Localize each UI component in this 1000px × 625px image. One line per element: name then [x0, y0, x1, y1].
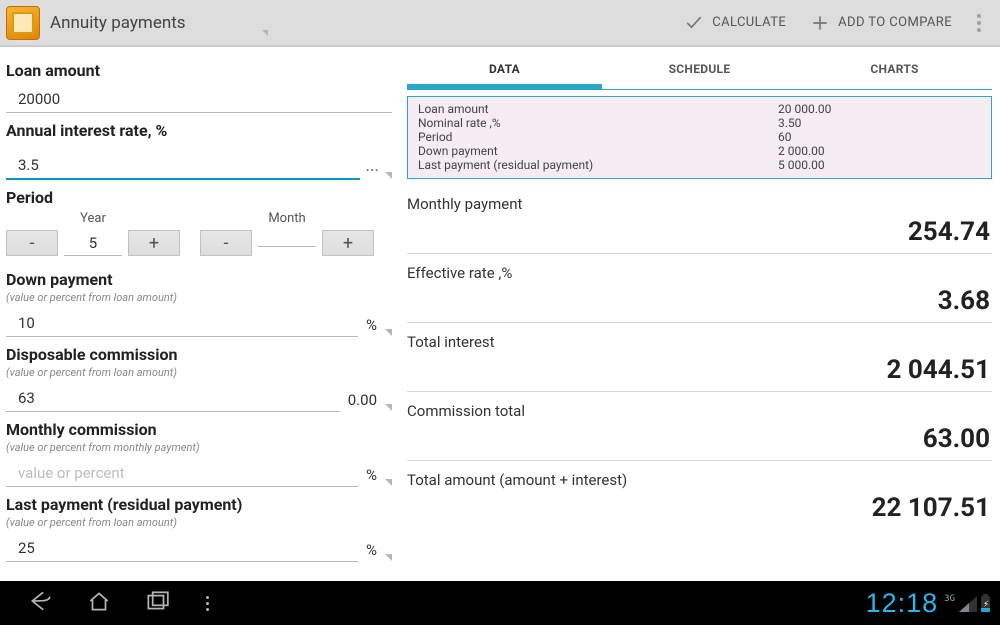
down-payment-pct-symbol: % [366, 316, 377, 337]
total-amount-label: Total amount (amount + interest) [407, 465, 992, 491]
summary-label: Loan amount [418, 102, 778, 116]
rate-label: Annual interest rate, % [6, 121, 392, 140]
year-plus-button[interactable]: + [128, 230, 180, 256]
monthly-payment-value: 254.74 [407, 215, 992, 254]
nav-recent-button[interactable] [144, 588, 170, 618]
calculate-label: CALCULATE [712, 15, 786, 30]
month-plus-button[interactable]: + [322, 230, 374, 256]
down-payment-input[interactable]: 10 [6, 310, 358, 337]
rate-input[interactable]: 3.5 [6, 152, 360, 180]
monthly-commission-pct-symbol: % [366, 466, 377, 487]
loan-amount-input[interactable]: 20000 [6, 86, 392, 113]
results-panel: DATA SCHEDULE CHARTS Loan amount20 000.0… [395, 47, 1000, 581]
down-payment-dropdown-icon[interactable] [385, 329, 392, 336]
summary-label: Down payment [418, 144, 778, 158]
disposable-commission-input[interactable]: 63 [6, 385, 340, 412]
monthly-commission-label: Monthly commission [6, 420, 392, 439]
total-amount-value: 22 107.51 [407, 491, 992, 529]
summary-value: 5 000.00 [778, 158, 825, 172]
status-icons: 3G ⚡ [944, 594, 990, 612]
compare-label: ADD TO COMPARE [838, 15, 952, 30]
total-interest-label: Total interest [407, 327, 992, 353]
check-icon [684, 13, 704, 33]
commission-total-label: Commission total [407, 396, 992, 422]
last-payment-input[interactable]: 25 [6, 535, 358, 562]
input-form: Loan amount 20000 Annual interest rate, … [0, 47, 395, 581]
app-header: Annuity payments CALCULATE ADD TO COMPAR… [0, 0, 1000, 47]
monthly-commission-dropdown-icon[interactable] [385, 479, 392, 486]
summary-box: Loan amount20 000.00 Nominal rate ,%3.50… [407, 96, 992, 179]
plus-icon [810, 13, 830, 33]
calculate-button[interactable]: CALCULATE [672, 0, 798, 46]
year-label: Year [80, 211, 106, 226]
summary-value: 20 000.00 [778, 102, 831, 116]
summary-value: 2 000.00 [778, 144, 825, 158]
month-minus-button[interactable]: - [200, 230, 252, 256]
month-label: Month [268, 211, 305, 226]
tab-charts[interactable]: CHARTS [797, 49, 992, 89]
rate-dropdown-icon[interactable] [385, 172, 392, 179]
effective-rate-value: 3.68 [407, 284, 992, 323]
down-payment-hint: (value or percent from loan amount) [6, 291, 392, 304]
total-interest-value: 2 044.51 [407, 353, 992, 392]
battery-icon: ⚡ [981, 596, 990, 612]
tab-schedule[interactable]: SCHEDULE [602, 49, 797, 89]
summary-value: 3.50 [778, 116, 801, 130]
overflow-menu-button[interactable] [964, 14, 994, 32]
period-label: Period [6, 188, 392, 207]
status-clock: 12:18 [866, 588, 939, 619]
signal-icon [959, 596, 977, 612]
nav-overflow-button[interactable] [206, 596, 209, 611]
disposable-commission-dropdown-icon[interactable] [385, 404, 392, 411]
monthly-commission-input[interactable]: value or percent [6, 460, 358, 487]
disposable-commission-pct: 0.00 [348, 391, 377, 412]
monthly-payment-label: Monthly payment [407, 189, 992, 215]
last-payment-label: Last payment (residual payment) [6, 495, 392, 514]
network-label: 3G [944, 594, 955, 604]
year-minus-button[interactable]: - [6, 230, 58, 256]
last-payment-hint: (value or percent from loan amount) [6, 516, 392, 529]
last-payment-pct-symbol: % [366, 541, 377, 562]
app-icon [6, 6, 40, 40]
month-input[interactable] [258, 240, 316, 247]
title-dropdown-icon[interactable] [262, 30, 268, 36]
effective-rate-label: Effective rate ,% [407, 258, 992, 284]
disposable-commission-label: Disposable commission [6, 345, 392, 364]
down-payment-label: Down payment [6, 270, 392, 289]
commission-total-value: 63.00 [407, 422, 992, 461]
tab-data[interactable]: DATA [407, 49, 602, 89]
nav-back-button[interactable] [28, 588, 54, 618]
loan-amount-label: Loan amount [6, 61, 392, 80]
screen-title[interactable]: Annuity payments [50, 13, 186, 33]
summary-value: 60 [778, 130, 792, 144]
last-payment-dropdown-icon[interactable] [385, 554, 392, 561]
year-input[interactable]: 5 [64, 231, 122, 256]
summary-label: Period [418, 130, 778, 144]
add-to-compare-button[interactable]: ADD TO COMPARE [798, 0, 964, 46]
monthly-commission-hint: (value or percent from monthly payment) [6, 441, 392, 454]
summary-label: Nominal rate ,% [418, 116, 778, 130]
disposable-commission-hint: (value or percent from loan amount) [6, 366, 392, 379]
nav-home-button[interactable] [86, 588, 112, 618]
summary-label: Last payment (residual payment) [418, 158, 778, 172]
rate-more-button[interactable]: ... [366, 156, 379, 180]
system-navbar: 12:18 3G ⚡ [0, 581, 1000, 625]
